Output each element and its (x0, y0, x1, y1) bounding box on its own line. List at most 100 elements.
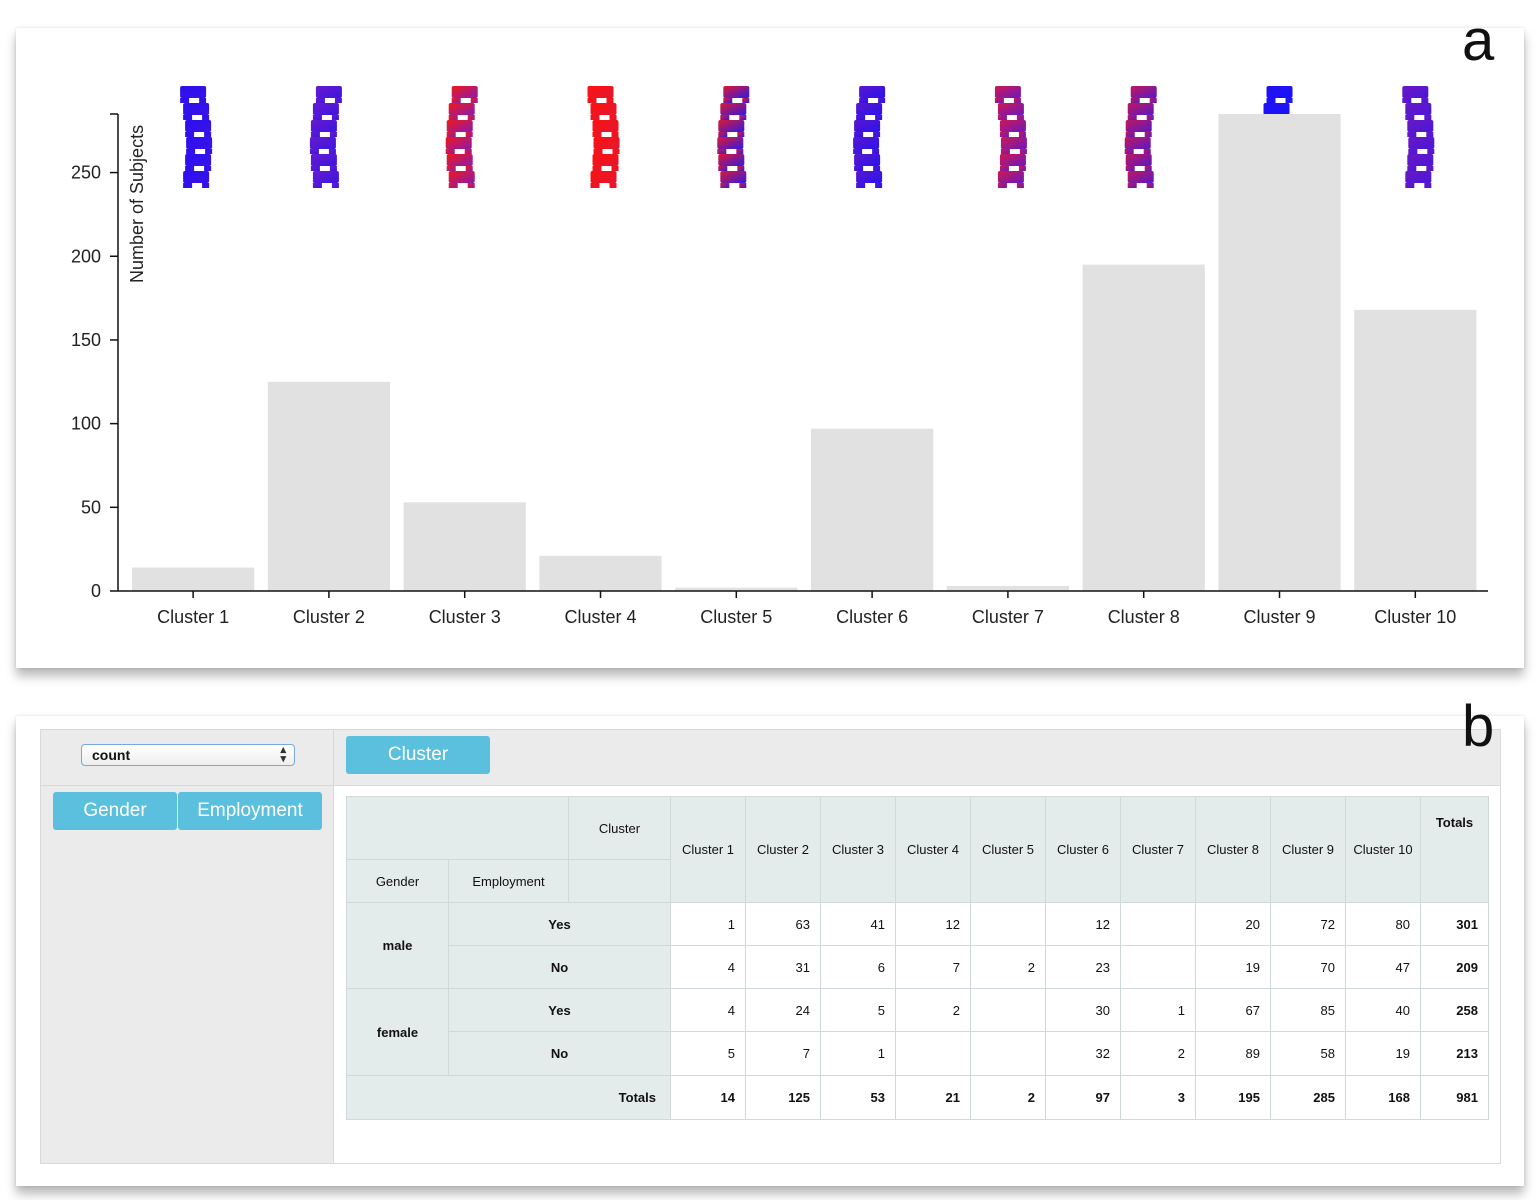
table-row: No 5 7 1 32 2 89 58 19 213 (347, 1031, 1489, 1076)
table-cell: 19 (1345, 1031, 1421, 1076)
table-cell: 4 (670, 988, 746, 1032)
y-axis-label: Number of Subjects (127, 125, 147, 283)
table-cell: 2 (1120, 1031, 1196, 1076)
col-total: 285 (1270, 1075, 1346, 1120)
table-cell: 5 (820, 988, 896, 1032)
table-cell: 23 (1045, 945, 1121, 989)
col-header: Cluster 2 (745, 796, 821, 903)
col-total: 195 (1195, 1075, 1271, 1120)
table-cell: 7 (895, 945, 971, 989)
col-total: 53 (820, 1075, 896, 1120)
table-cell: 2 (895, 988, 971, 1032)
col-total: 168 (1345, 1075, 1421, 1120)
bar-chart: 0 50 100 150 200 250 Cluster 1 Cluster 2 Cluster… (71, 86, 1488, 627)
spine-glyph-5 (717, 86, 750, 188)
x-tick-label: Cluster 3 (429, 607, 501, 627)
aggregator-value: count (92, 747, 131, 763)
table-cell (970, 1031, 1046, 1076)
header-corner (346, 796, 569, 860)
table-cell: 32 (1045, 1031, 1121, 1076)
table-cell: 6 (820, 945, 896, 989)
pivot-ui: count ▴ ▾ Gender Employment Cluster Clust… (40, 729, 1501, 1164)
col-total: 2 (970, 1075, 1046, 1120)
panel-letter-b: b (1462, 694, 1495, 759)
chart-panel: 0 50 100 150 200 250 Cluster 1 Cluster 2 Cluster… (16, 12, 1524, 668)
col-field-cluster[interactable]: Cluster (346, 736, 490, 774)
table-cell: 63 (745, 902, 821, 946)
table-cell: 19 (1195, 945, 1271, 989)
x-tick-label: Cluster 4 (564, 607, 636, 627)
table-cell: 40 (1345, 988, 1421, 1032)
col-header: Cluster 5 (970, 796, 1046, 903)
bar-9 (1218, 114, 1341, 591)
row-field-gender[interactable]: Gender (53, 792, 177, 830)
table-cell: 12 (1045, 902, 1121, 946)
col-header: Cluster 9 (1270, 796, 1346, 903)
x-tick-label: Cluster 7 (972, 607, 1044, 627)
table-cell: 85 (1270, 988, 1346, 1032)
bar-2 (267, 381, 391, 591)
table-cell: 89 (1195, 1031, 1271, 1076)
table-cell: 1 (1120, 988, 1196, 1032)
bar-3 (403, 502, 526, 591)
row-label-employment: No (448, 945, 671, 989)
spine-glyph-8 (1124, 86, 1157, 188)
table-cell: 2 (970, 945, 1046, 989)
aggregator-select[interactable]: count ▴ ▾ (81, 744, 295, 766)
x-tick-label: Cluster 1 (157, 607, 229, 627)
spine-glyph-3 (445, 86, 478, 188)
col-total: 125 (745, 1075, 821, 1120)
spine-glyph-10 (1402, 86, 1435, 188)
totals-row: Totals 14 125 53 21 2 97 3 195 285 168 981 (346, 1075, 1489, 1120)
row-label-employment: Yes (448, 902, 671, 946)
table-cell: 67 (1195, 988, 1271, 1032)
pivot-table-area: Cluster Cluster 1 Cluster 2 Cluster 3 Cluste… (334, 786, 1500, 1163)
table-cell: 30 (1045, 988, 1121, 1032)
panel-letter-a: a (1462, 8, 1495, 73)
pivot-col-fields-area: Cluster (334, 730, 1500, 786)
table-cell: 7 (745, 1031, 821, 1076)
col-header-totals: Totals (1420, 796, 1489, 903)
bar-1 (132, 567, 255, 591)
row-total: 301 (1420, 902, 1489, 946)
table-cell: 31 (745, 945, 821, 989)
spine-glyph-7 (994, 86, 1027, 188)
table-cell: 5 (670, 1031, 746, 1076)
bar-4 (539, 555, 662, 591)
col-header: Cluster 4 (895, 796, 971, 903)
y-tick-label: 50 (81, 497, 101, 517)
row-label-gender: male (346, 902, 449, 989)
table-cell: 20 (1195, 902, 1271, 946)
bar-8 (1082, 264, 1205, 591)
y-tick-label: 200 (71, 246, 101, 266)
row-total: 209 (1420, 945, 1489, 989)
col-total: 3 (1120, 1075, 1196, 1120)
col-header: Cluster 10 (1345, 796, 1421, 903)
totals-row-label: Totals (346, 1075, 671, 1120)
col-header: Cluster 7 (1120, 796, 1196, 903)
pivot-row-fields-area: count ▴ ▾ Gender Employment (41, 730, 334, 1163)
row-attr-label: Employment (448, 859, 569, 903)
col-header: Cluster 1 (670, 796, 746, 903)
table-cell: 1 (820, 1031, 896, 1076)
bar-6 (811, 428, 934, 591)
spine-glyph-4 (587, 86, 620, 188)
table-row: No 4 31 6 7 2 23 19 70 47 209 (347, 945, 1489, 989)
x-tick-label: Cluster 10 (1374, 607, 1456, 627)
row-field-employment[interactable]: Employment (178, 792, 322, 830)
col-attr-label: Cluster (568, 796, 671, 860)
table-cell (895, 1031, 971, 1076)
row-label-gender: female (346, 988, 449, 1076)
table-header-row: Cluster Cluster 1 Cluster 2 Cluster 3 Cluste… (346, 796, 1489, 903)
col-header: Cluster 6 (1045, 796, 1121, 903)
y-tick-label: 150 (71, 330, 101, 350)
col-total: 97 (1045, 1075, 1121, 1120)
table-cell: 1 (670, 902, 746, 946)
spine-glyph-6 (853, 86, 886, 188)
table-cell: 24 (745, 988, 821, 1032)
bar-10 (1354, 309, 1477, 591)
spine-glyph-1 (180, 86, 213, 188)
table-cell: 41 (820, 902, 896, 946)
table-cell: 70 (1270, 945, 1346, 989)
row-attr-label: Gender (346, 859, 449, 903)
